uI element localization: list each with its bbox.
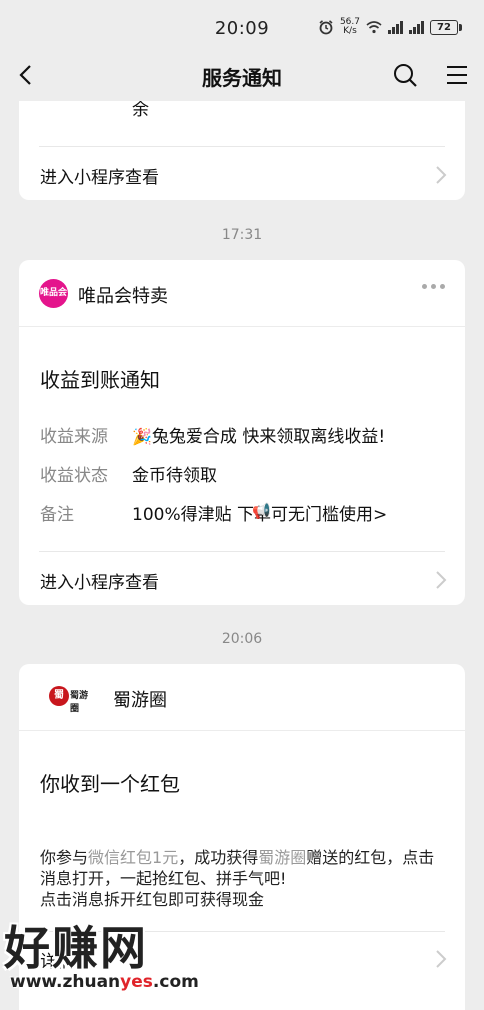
watermark-text: 好赚网 [4, 921, 148, 975]
brand-name: 唯品会特卖 [78, 286, 168, 307]
row-label-note: 备注 [40, 505, 74, 525]
search-icon[interactable] [392, 62, 418, 88]
row-label-status: 收益状态 [40, 466, 108, 486]
notification-card-partial: 余 进入小程序查看 [19, 101, 465, 200]
status-icons: 56.7 K/s 72 [318, 17, 462, 36]
header-divider [19, 730, 465, 731]
open-miniprogram-link[interactable]: 进入小程序查看 [40, 163, 159, 188]
row-value-source: 🎉兔兔爱合成 快来领取离线收益! [132, 427, 386, 447]
nav-bar: 服务通知 [0, 50, 484, 100]
watermark-url: www.zhuanyes.com [10, 972, 199, 992]
message-title: 你收到一个红包 [40, 772, 180, 796]
chevron-right-icon [436, 950, 447, 968]
battery-icon: 72 [430, 19, 462, 35]
signal-icon-2 [409, 20, 424, 34]
card-divider [39, 551, 445, 552]
row-value-status: 金币待领取 [132, 466, 217, 486]
alarm-icon [319, 20, 333, 35]
brand-logo: 唯品会 [39, 279, 68, 308]
card-divider [39, 146, 445, 147]
wifi-icon [366, 21, 382, 34]
row-label-source: 收益来源 [40, 427, 108, 447]
message-body: 你参与微信红包1元，成功获得蜀游圈赠送的红包，点击消息打开，一起抢红包、拼手气吧… [40, 848, 435, 909]
status-bar: 20:09 56.7 K/s 72 [0, 0, 484, 56]
message-title: 收益到账通知 [40, 368, 160, 392]
open-miniprogram-link[interactable]: 进入小程序查看 [40, 568, 159, 593]
megaphone-icon: 📢 [252, 502, 271, 520]
more-options-icon[interactable] [422, 284, 445, 289]
timestamp: 20:06 [221, 631, 263, 647]
notification-card-vip[interactable]: 唯品会 唯品会特卖 收益到账通知 收益来源 🎉兔兔爱合成 快来领取离线收益! 收… [19, 260, 465, 605]
brand-name: 蜀游圈 [113, 690, 167, 711]
signal-icon-1 [388, 20, 403, 34]
chevron-right-icon [436, 166, 447, 184]
timestamp: 17:31 [221, 227, 263, 243]
network-speed: 56.7 K/s [339, 17, 360, 36]
chevron-right-icon [436, 571, 447, 589]
watermark: 好赚网 www.zhuanyes.com [4, 912, 204, 998]
party-popper-icon: 🎉 [132, 427, 152, 446]
cut-off-text: 余 [132, 101, 149, 120]
menu-icon[interactable] [444, 62, 470, 88]
header-divider [19, 326, 465, 327]
status-time: 20:09 [214, 17, 270, 39]
brand-logo: 蜀 蜀游圈 [49, 686, 91, 714]
